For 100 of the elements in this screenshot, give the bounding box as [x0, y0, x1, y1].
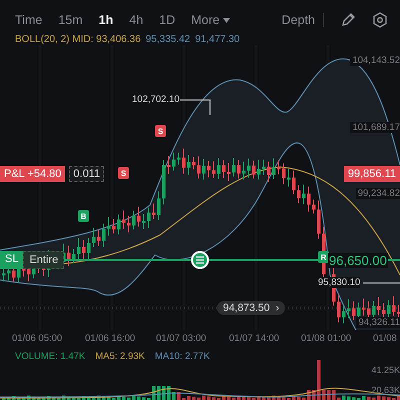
volume-bar — [102, 396, 106, 400]
volume-bar — [372, 398, 376, 400]
volume-bar — [52, 396, 56, 400]
price-axis-label: 94,326.11 — [356, 317, 400, 328]
volume-bar — [257, 396, 260, 400]
volume-bar — [267, 398, 270, 400]
leader-line — [362, 282, 400, 284]
volume-bar — [352, 397, 356, 400]
volume-bar — [162, 386, 166, 400]
volume-bar — [207, 396, 210, 400]
volume-bar — [272, 396, 276, 400]
depth-tab[interactable]: Depth — [282, 13, 324, 27]
volume-bar — [132, 396, 136, 400]
time-axis-label: 01/07 14:00 — [229, 333, 280, 344]
volume-bar — [2, 397, 6, 400]
volume-bar — [212, 397, 216, 400]
settings-icon[interactable] — [372, 12, 388, 28]
volume-bar — [332, 390, 336, 400]
volume-bar — [92, 398, 96, 400]
timeframe-tab[interactable]: 1h — [98, 13, 114, 27]
volume-bar — [192, 396, 196, 400]
timeframe-tab[interactable]: 1D — [159, 13, 176, 27]
stop-loss-scope[interactable]: Entire — [23, 251, 64, 269]
volume-bar — [27, 396, 30, 400]
volume-bar — [367, 396, 370, 400]
volume-bar — [362, 396, 366, 400]
volume-bar — [47, 396, 50, 400]
volume-bar — [242, 396, 246, 400]
volume-bar — [57, 398, 60, 400]
time-axis-label: 01/06 16:00 — [85, 333, 136, 344]
volume-bar — [12, 396, 16, 400]
volume-bar — [302, 398, 306, 400]
volume-bar — [127, 398, 130, 400]
quantity-tag: 0.011 — [69, 166, 104, 182]
volume-bar — [87, 396, 90, 400]
volume-bar — [172, 392, 176, 400]
volume-bar — [317, 360, 320, 400]
timeframe-tab[interactable]: 4h — [129, 13, 144, 27]
volume-bar — [277, 396, 280, 400]
volume-bar — [327, 390, 330, 400]
drag-handle[interactable] — [191, 251, 209, 269]
volume-bar — [107, 397, 110, 400]
volume-bar — [247, 397, 250, 400]
volume-bar — [262, 396, 266, 400]
last-price-tag: 99,856.11 — [344, 166, 400, 182]
volume-bar — [292, 396, 296, 400]
volume-bar — [72, 397, 76, 400]
volume-bar — [397, 396, 400, 400]
volume-bar — [237, 396, 240, 400]
volume-bar — [347, 396, 350, 400]
volume-bar — [177, 392, 180, 400]
volume-bar — [382, 396, 386, 400]
stop-loss-price: 96,650.00 — [328, 253, 388, 268]
price-axis-label: 101,689.17 — [350, 122, 400, 133]
time-axis-label: 01/08 — [373, 333, 397, 344]
timeframe-tab[interactable]: 15m — [58, 13, 83, 27]
volume-bar — [307, 390, 310, 400]
timeframe-tab[interactable]: More — [191, 13, 230, 27]
volume-bar — [37, 397, 40, 400]
high-price-label: 102,702.10 — [132, 94, 180, 105]
trade-marker: R — [318, 251, 329, 263]
boll-mid-label: BOLL(20, 2) MID: 93,406.36 — [15, 34, 141, 45]
volume-bar — [337, 398, 340, 400]
trade-marker: S — [118, 167, 129, 179]
volume-bar — [342, 396, 346, 400]
volume-bar — [97, 396, 100, 400]
volume-axis-label: 41.25K — [371, 365, 400, 375]
current-price-pill[interactable]: 94,873.50 › — [217, 301, 286, 315]
volume-axis-label: 20.63K — [371, 385, 400, 395]
time-axis-label: 01/06 05:00 — [12, 333, 62, 344]
trade-marker: B — [78, 210, 89, 222]
price-axis-label: 104,143.52 — [350, 55, 400, 66]
pnl-tag[interactable]: P&L +54.80 — [0, 166, 66, 182]
price-axis-label: 99,234.82 — [356, 188, 400, 199]
caret-icon — [222, 18, 230, 22]
volume-bar — [32, 396, 36, 400]
volume-bar — [197, 398, 200, 400]
volume-bar — [377, 396, 380, 400]
pencil-icon[interactable] — [340, 12, 356, 28]
volume-bar — [152, 386, 156, 400]
volume-bar — [312, 390, 316, 400]
volume-bar — [157, 386, 160, 400]
boll-upper-value: 95,335.42 — [146, 34, 190, 45]
stop-loss-tag[interactable]: SL — [0, 251, 24, 269]
volume-bar — [167, 386, 170, 400]
volume-bar — [67, 396, 70, 400]
volume-bar — [232, 398, 236, 400]
volume-bar — [22, 398, 26, 400]
volume-bar — [117, 396, 120, 400]
volume-bar — [222, 396, 226, 400]
time-axis-label: 01/07 03:00 — [156, 333, 206, 344]
volume-bar — [62, 396, 66, 400]
boll-lower-value: 91,477.30 — [195, 34, 240, 45]
volume-bar — [297, 396, 300, 400]
volume-bar — [387, 397, 390, 400]
volume-bar — [322, 390, 326, 400]
low-price-label: 95,830.10 — [318, 277, 360, 288]
volume-bar — [187, 396, 190, 400]
timeframe-tab[interactable]: Time — [15, 13, 42, 27]
volume-bar — [227, 396, 230, 400]
